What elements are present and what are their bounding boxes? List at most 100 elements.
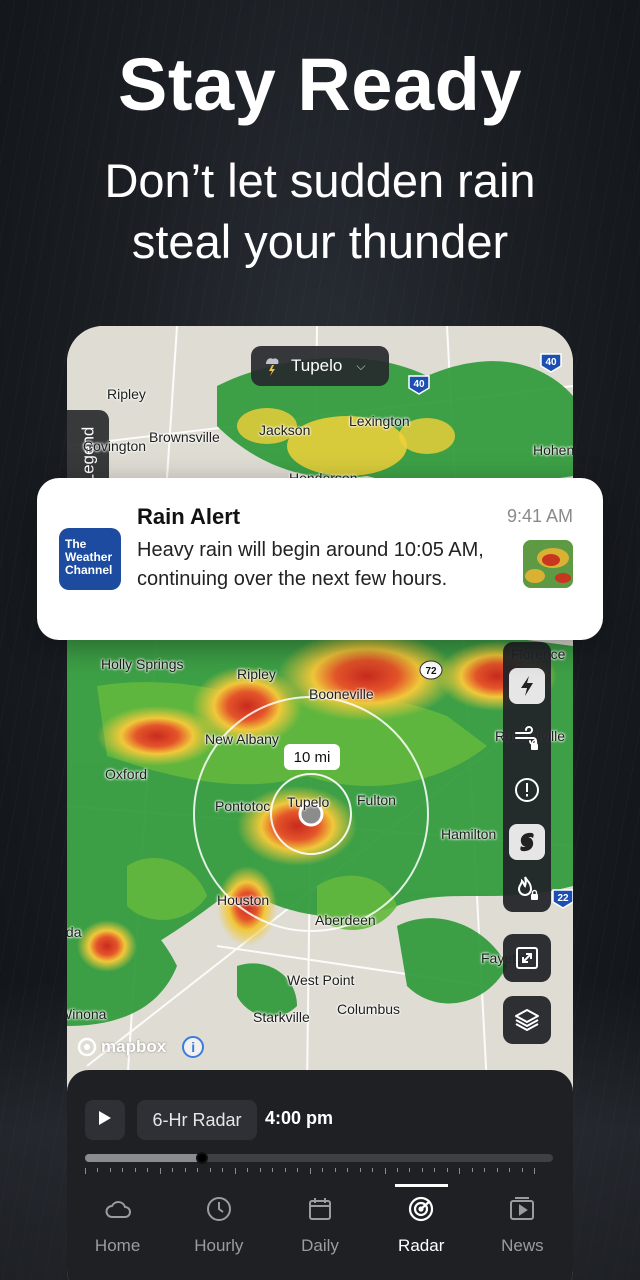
map-label: Columbus (337, 1001, 401, 1017)
nav-item-radar[interactable]: Radar (371, 1184, 472, 1280)
info-icon[interactable]: i (182, 1036, 205, 1058)
nav-item-hourly[interactable]: Hourly (168, 1184, 269, 1280)
nav-label: News (501, 1236, 544, 1255)
fire-locked-icon (514, 875, 540, 901)
map-label: Brownsville (149, 429, 220, 445)
map-label: Oxford (105, 766, 148, 782)
layers-button[interactable] (503, 996, 551, 1044)
timeline-tick (471, 1168, 473, 1172)
map-label: Fulton (357, 792, 396, 808)
nav-label: Hourly (194, 1236, 244, 1255)
timeline-tick (284, 1168, 286, 1172)
timeline-tick (209, 1168, 211, 1172)
mapbox-wordmark: mapbox (101, 1037, 167, 1056)
map-label: Houston (217, 892, 270, 908)
timeline-tick (396, 1168, 398, 1172)
map-label: Lexington (349, 413, 410, 429)
timeline-tick (109, 1168, 111, 1172)
timeline-tick (222, 1168, 224, 1172)
map-label: New Albany (205, 731, 279, 747)
bottom-navigation: Home Hourly Daily Radar News (67, 1184, 573, 1280)
wind-toggle[interactable] (509, 720, 545, 756)
map-label: Hohen (533, 442, 573, 458)
alerts-toggle[interactable] (509, 772, 545, 808)
timeline-tick (197, 1168, 199, 1172)
radar-map[interactable]: 40 40 72 22 Tupelo ⌵ Legend Ripley Brown… (67, 326, 573, 1086)
radar-mode-selector[interactable]: 6-Hr Radar (137, 1100, 257, 1140)
timeline-tick (234, 1168, 236, 1174)
cloud-icon (103, 1194, 133, 1224)
distance-label: 10 mi (284, 744, 340, 770)
clock-icon (204, 1194, 234, 1224)
mapbox-logo: mapbox (77, 1037, 166, 1057)
map-label: Jackson (259, 422, 311, 438)
nav-item-home[interactable]: Home (67, 1184, 168, 1280)
play-icon (98, 1110, 112, 1131)
notification-time: 9:41 AM (506, 506, 573, 526)
map-label: Winona (67, 1006, 107, 1022)
radar-player-panel: 6-Hr Radar 4:00 pm Home Hourly Daily Rad… (67, 1070, 573, 1280)
play-button[interactable] (85, 1100, 125, 1140)
alert-icon (514, 777, 540, 803)
fullscreen-button[interactable] (503, 934, 551, 982)
map-label: Ripley (107, 386, 146, 402)
map-label: Starkville (253, 1009, 310, 1025)
weather-channel-logo: The Weather Channel (59, 528, 121, 590)
hurricane-toggle[interactable] (509, 824, 545, 860)
map-label: Booneville (309, 686, 374, 702)
timeline-progress (85, 1154, 202, 1162)
map-label: Tupelo (287, 794, 330, 810)
timeline-tick (347, 1168, 349, 1172)
timeline-slider[interactable] (85, 1152, 553, 1164)
svg-text:22: 22 (557, 893, 569, 904)
map-attribution: mapbox i (77, 1036, 205, 1058)
timeline-tick (421, 1168, 423, 1172)
timeline-tick (134, 1168, 136, 1172)
nav-label: Home (94, 1236, 141, 1255)
timeline-tick (322, 1168, 324, 1172)
fire-toggle[interactable] (509, 870, 545, 906)
timeline-tick (459, 1168, 461, 1174)
nav-item-news[interactable]: News (472, 1184, 573, 1280)
timeline-ticks (85, 1168, 553, 1174)
layers-icon (514, 1007, 540, 1033)
location-selector[interactable]: Tupelo ⌵ (251, 346, 389, 386)
notification-body: Heavy rain will begin around 10:05 AM, c… (137, 539, 484, 590)
phone-screen: 40 40 72 22 Tupelo ⌵ Legend Ripley Brown… (67, 326, 573, 1280)
timeline-tick (372, 1168, 374, 1172)
timeline-tick (359, 1168, 361, 1172)
legend-label: Legend (78, 426, 98, 484)
wind-locked-icon (514, 725, 540, 751)
lightning-toggle[interactable] (509, 668, 545, 704)
logo-text: Channel (65, 563, 113, 577)
timeline-tick (384, 1168, 386, 1174)
radar-time: 4:00 pm (265, 1108, 334, 1128)
map-label: Ripley (237, 666, 276, 682)
calendar-icon (305, 1194, 335, 1224)
timeline-tick (247, 1168, 249, 1172)
storm-icon (263, 355, 281, 377)
timeline-tick (434, 1168, 436, 1172)
timeline-tick (521, 1168, 523, 1172)
timeline-tick (534, 1168, 536, 1174)
expand-icon (515, 946, 539, 970)
promo-headline: Stay Ready (118, 43, 522, 126)
timeline-tick (509, 1168, 511, 1172)
chevron-down-icon: ⌵ (356, 358, 366, 373)
notification-title: Rain Alert (137, 504, 241, 529)
map-label: Aberdeen (315, 912, 376, 928)
radar-thumbnail (523, 540, 573, 588)
radar-icon (406, 1194, 436, 1224)
timeline-tick (184, 1168, 186, 1172)
timeline-tick (409, 1168, 411, 1172)
hurricane-icon (516, 831, 538, 853)
timeline-tick (259, 1168, 261, 1172)
timeline-tick (484, 1168, 486, 1172)
rain-alert-notification[interactable]: The Weather Channel Rain Alert 9:41 AM H… (37, 478, 603, 640)
svg-text:40: 40 (545, 357, 557, 368)
nav-item-daily[interactable]: Daily (269, 1184, 370, 1280)
timeline-thumb[interactable] (196, 1152, 208, 1164)
map-tools-panel (503, 642, 551, 912)
nav-label: Radar (398, 1236, 445, 1255)
timeline-tick (334, 1168, 336, 1172)
